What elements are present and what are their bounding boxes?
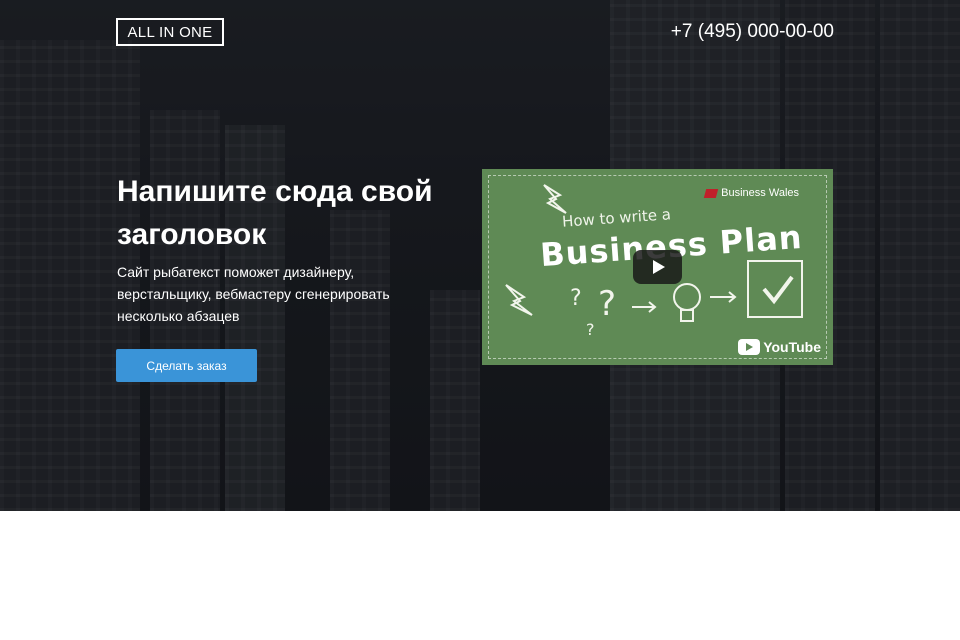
svg-text:?: ? (598, 284, 616, 324)
youtube-logo[interactable]: YouTube (738, 339, 821, 355)
youtube-icon (738, 339, 761, 355)
svg-text:?: ? (570, 286, 582, 311)
hero-section: ALL IN ONE +7 (495) 000-00-00 Напишите с… (0, 0, 960, 511)
svg-text:?: ? (586, 320, 595, 339)
phone-number[interactable]: +7 (495) 000-00-00 (671, 21, 834, 43)
play-icon[interactable] (633, 250, 682, 284)
youtube-label: YouTube (763, 339, 821, 355)
video-player[interactable]: Business Wales How to write a Business P… (482, 169, 833, 365)
order-button[interactable]: Сделать заказ (116, 349, 257, 382)
page-subtitle: Сайт рыбатекст поможет дизайнеру, верста… (117, 264, 390, 324)
logo[interactable]: ALL IN ONE (116, 18, 224, 46)
page-title: Напишите сюда свой заголовок (117, 175, 433, 251)
